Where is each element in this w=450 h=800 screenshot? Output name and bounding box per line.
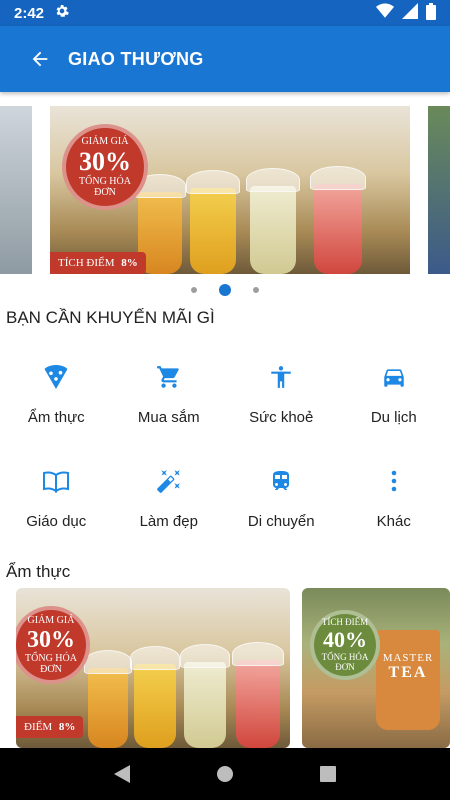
page-title: GIAO THƯƠNG [68, 48, 204, 69]
category-label: Giáo dục [26, 513, 87, 530]
category-label: Khác [376, 513, 411, 530]
signal-icon [402, 3, 418, 23]
carousel-active-slide[interactable]: GIẢM GIÁ 30% TỔNG HÓA ĐƠN TÍCH ĐIỂM 8% [50, 106, 410, 274]
status-bar: 2:42 [0, 0, 450, 26]
master-tea-cup: MASTER TEA [376, 630, 440, 730]
badge-line4: ĐƠN [40, 663, 62, 675]
magic-wand-icon [149, 461, 189, 501]
tag-label: TÍCH ĐIỂM [58, 257, 115, 269]
train-icon [261, 461, 301, 501]
promo-card-image: GIẢM GIÁ 30% TỔNG HÓA ĐƠN ĐIỂM 8% [16, 588, 290, 748]
discount-badge: GIẢM GIÁ 30% TỔNG HÓA ĐƠN [62, 124, 148, 210]
badge-line4: ĐƠN [94, 186, 116, 198]
carousel-dot[interactable] [191, 287, 197, 293]
tag-label: ĐIỂM [24, 721, 53, 733]
carousel-dot-active[interactable] [219, 284, 231, 296]
badge-value: 30% [79, 146, 131, 176]
promo-card[interactable]: GIẢM GIÁ 30% TỔNG HÓA ĐƠN ĐIỂM 8% [16, 588, 290, 748]
badge-line3: TỔNG HÓA [321, 652, 369, 662]
back-button[interactable] [20, 39, 60, 79]
carousel-prev-slide[interactable] [0, 106, 32, 274]
carousel-next-slide[interactable] [428, 106, 450, 274]
recents-square-icon [320, 766, 337, 782]
food-section-heading: Ẩm thực [6, 562, 71, 581]
status-icons [376, 2, 436, 24]
more-vert-icon [374, 461, 414, 501]
categories-heading: BẠN CẦN KHUYẾN MÃI GÌ [6, 308, 215, 327]
discount-badge: GIẢM GIÁ 30% TỔNG HÓA ĐƠN [16, 606, 90, 684]
category-label: Di chuyển [247, 513, 315, 530]
tag-value: 8% [121, 257, 138, 269]
carousel-dot[interactable] [253, 287, 259, 293]
category-label: Làm đẹp [139, 513, 198, 530]
category-transport[interactable]: Di chuyển [225, 449, 338, 553]
brand-top: MASTER [382, 652, 434, 664]
badge-line1: TÍCH ĐIỂM [321, 617, 369, 627]
category-label: Ẩm thực [27, 409, 85, 426]
promo-carousel[interactable]: GIẢM GIÁ 30% TỔNG HÓA ĐƠN TÍCH ĐIỂM 8% [0, 96, 450, 276]
arrow-back-icon [32, 51, 48, 67]
promo-card[interactable]: MASTER TEA TÍCH ĐIỂM 40% TỔNG HÓA ĐƠN [302, 588, 450, 748]
tag-value: 8% [58, 721, 76, 733]
category-travel[interactable]: Du lịch [338, 345, 450, 449]
app-bar: GIAO THƯƠNG [0, 26, 450, 92]
battery-icon [426, 2, 436, 24]
nav-back-button[interactable] [102, 754, 142, 794]
points-tag: ĐIỂM 8% [16, 716, 84, 738]
promo-card-image: MASTER TEA TÍCH ĐIỂM 40% TỔNG HÓA ĐƠN [302, 588, 450, 748]
badge-line3: TỔNG HÓA [79, 175, 131, 187]
car-icon [374, 357, 414, 397]
person-icon [261, 357, 301, 397]
book-icon [36, 461, 76, 501]
badge-value: 40% [323, 627, 367, 652]
category-shopping[interactable]: Mua sắm [113, 345, 226, 449]
category-beauty[interactable]: Làm đẹp [113, 449, 226, 553]
badge-line1: GIẢM GIÁ [27, 614, 75, 626]
pizza-icon [36, 357, 76, 397]
carousel-indicator [0, 284, 450, 296]
home-circle-icon [216, 766, 233, 782]
gear-icon [54, 3, 70, 23]
back-triangle-icon [113, 765, 130, 783]
category-label: Sức khoẻ [249, 409, 314, 426]
cart-icon [149, 357, 189, 397]
badge-line4: ĐƠN [335, 662, 355, 672]
system-nav-bar [0, 748, 450, 800]
category-grid: Ẩm thực Mua sắm Sức khoẻ Du lịch Giáo dụ… [0, 345, 450, 553]
nav-home-button[interactable] [205, 754, 245, 794]
wifi-icon [376, 3, 394, 23]
points-badge: TÍCH ĐIỂM 40% TỔNG HÓA ĐƠN [310, 610, 380, 680]
nav-recents-button[interactable] [308, 754, 348, 794]
category-health[interactable]: Sức khoẻ [225, 345, 338, 449]
points-tag: TÍCH ĐIỂM 8% [50, 252, 146, 274]
food-promo-list[interactable]: GIẢM GIÁ 30% TỔNG HÓA ĐƠN ĐIỂM 8% MASTER… [0, 588, 450, 748]
category-label: Du lịch [370, 409, 417, 426]
badge-line3: TỔNG HÓA [25, 652, 77, 664]
category-food[interactable]: Ẩm thực [0, 345, 113, 449]
badge-value: 30% [27, 626, 75, 653]
status-time: 2:42 [14, 4, 45, 22]
category-label: Mua sắm [137, 409, 200, 426]
category-education[interactable]: Giáo dục [0, 449, 113, 553]
badge-line1: GIẢM GIÁ [81, 135, 129, 147]
category-other[interactable]: Khác [338, 449, 450, 553]
brand-bottom: TEA [388, 664, 428, 681]
promo-banner-image: GIẢM GIÁ 30% TỔNG HÓA ĐƠN TÍCH ĐIỂM 8% [50, 106, 410, 274]
